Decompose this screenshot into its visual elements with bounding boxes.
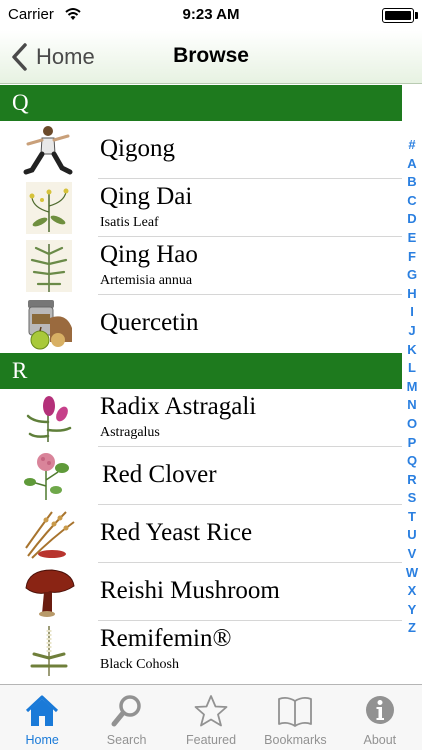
isatis-plant-icon: [26, 182, 72, 234]
star-icon: [194, 695, 228, 727]
house-icon: [26, 695, 59, 726]
index-letter[interactable]: A: [403, 155, 421, 174]
tab-label: Home: [25, 733, 59, 747]
list-item-red-yeast-rice[interactable]: Red Yeast Rice: [0, 505, 402, 563]
tab-label: Featured: [186, 733, 237, 747]
magnifier-icon: [111, 695, 141, 727]
astragalus-plant-icon: [26, 396, 72, 442]
item-title: Quercetin: [100, 309, 199, 336]
index-letter[interactable]: T: [403, 508, 421, 527]
tab-search[interactable]: Search: [84, 685, 168, 750]
browse-list[interactable]: Q Qigong Qing Dai Isatis Leaf Qing Hao A…: [0, 85, 422, 684]
index-letter[interactable]: H: [403, 285, 421, 304]
index-letter[interactable]: #: [403, 136, 421, 155]
page-title: Browse: [173, 44, 249, 67]
tab-label: Search: [106, 733, 147, 747]
item-title: Red Clover: [102, 461, 217, 488]
list-item-red-clover[interactable]: Red Clover: [0, 447, 402, 505]
index-letter[interactable]: E: [403, 229, 421, 248]
index-letter[interactable]: N: [403, 396, 421, 415]
index-letter[interactable]: U: [403, 526, 421, 545]
clock: 9:23 AM: [182, 6, 240, 23]
list-item-remifemin[interactable]: Remifemin® Black Cohosh: [0, 621, 402, 679]
index-letter[interactable]: F: [403, 248, 421, 267]
index-letter[interactable]: R: [403, 471, 421, 490]
battery-tip: [415, 12, 418, 19]
item-title: Radix Astragali: [100, 393, 257, 420]
mushroom-icon: [25, 569, 75, 617]
list-item-qing-hao[interactable]: Qing Hao Artemisia annua: [0, 237, 402, 295]
index-letter[interactable]: V: [403, 545, 421, 564]
item-subtitle: Artemisia annua: [100, 273, 193, 288]
index-letter[interactable]: Q: [403, 452, 421, 471]
tai-chi-person-icon: [23, 126, 73, 175]
index-letter[interactable]: S: [403, 489, 421, 508]
item-subtitle: Black Cohosh: [100, 657, 179, 672]
item-title: Qing Dai: [100, 183, 193, 210]
tab-bookmarks[interactable]: Bookmarks: [253, 685, 337, 750]
tab-featured[interactable]: Featured: [169, 685, 253, 750]
battery-icon: [382, 8, 414, 23]
index-letter[interactable]: L: [403, 359, 421, 378]
item-subtitle: Astragalus: [100, 425, 160, 440]
info-icon: [365, 696, 394, 724]
index-letter[interactable]: C: [403, 192, 421, 211]
tab-bar: Home Search Featured Bookmarks About: [0, 684, 422, 750]
section-header-r: R: [0, 353, 402, 389]
book-icon: [278, 696, 313, 727]
section-header-q: Q: [0, 85, 402, 121]
black-cohosh-icon: [30, 626, 68, 676]
artemisia-plant-icon: [26, 240, 72, 292]
index-letter[interactable]: D: [403, 210, 421, 229]
navigation-bar: Home Browse: [0, 30, 422, 84]
index-letter[interactable]: W: [403, 564, 421, 583]
index-letter[interactable]: I: [403, 303, 421, 322]
item-title: Qing Hao: [100, 241, 198, 268]
item-title: Red Yeast Rice: [100, 519, 253, 546]
list-item-qigong[interactable]: Qigong: [0, 121, 402, 179]
alphabet-index[interactable]: # A B C D E F G H I J K L M N O P Q R S …: [403, 136, 421, 638]
index-letter[interactable]: X: [403, 582, 421, 601]
item-title: Remifemin®: [100, 625, 232, 652]
index-letter[interactable]: Z: [403, 619, 421, 638]
index-letter[interactable]: O: [403, 415, 421, 434]
list-item-radix-astragali[interactable]: Radix Astragali Astragalus: [0, 389, 402, 447]
tab-label: About: [363, 733, 397, 747]
index-letter[interactable]: P: [403, 434, 421, 453]
item-subtitle: Isatis Leaf: [100, 215, 159, 230]
index-letter[interactable]: K: [403, 341, 421, 360]
index-letter[interactable]: M: [403, 378, 421, 397]
item-title: Reishi Mushroom: [100, 577, 280, 604]
status-bar: Carrier 9:23 AM: [0, 0, 422, 30]
item-title: Qigong: [100, 135, 175, 162]
index-letter[interactable]: B: [403, 173, 421, 192]
index-letter[interactable]: J: [403, 322, 421, 341]
index-letter[interactable]: Y: [403, 601, 421, 620]
index-letter[interactable]: G: [403, 266, 421, 285]
list-item-quercetin[interactable]: Quercetin: [0, 295, 402, 353]
tab-home[interactable]: Home: [0, 685, 84, 750]
apple-jar-icon: [28, 300, 72, 350]
rice-stalk-icon: [25, 511, 75, 559]
tab-about[interactable]: About: [338, 685, 422, 750]
list-item-reishi-mushroom[interactable]: Reishi Mushroom: [0, 563, 402, 621]
red-clover-icon: [24, 453, 69, 500]
list-item-qing-dai[interactable]: Qing Dai Isatis Leaf: [0, 179, 402, 237]
tab-label: Bookmarks: [264, 733, 327, 747]
